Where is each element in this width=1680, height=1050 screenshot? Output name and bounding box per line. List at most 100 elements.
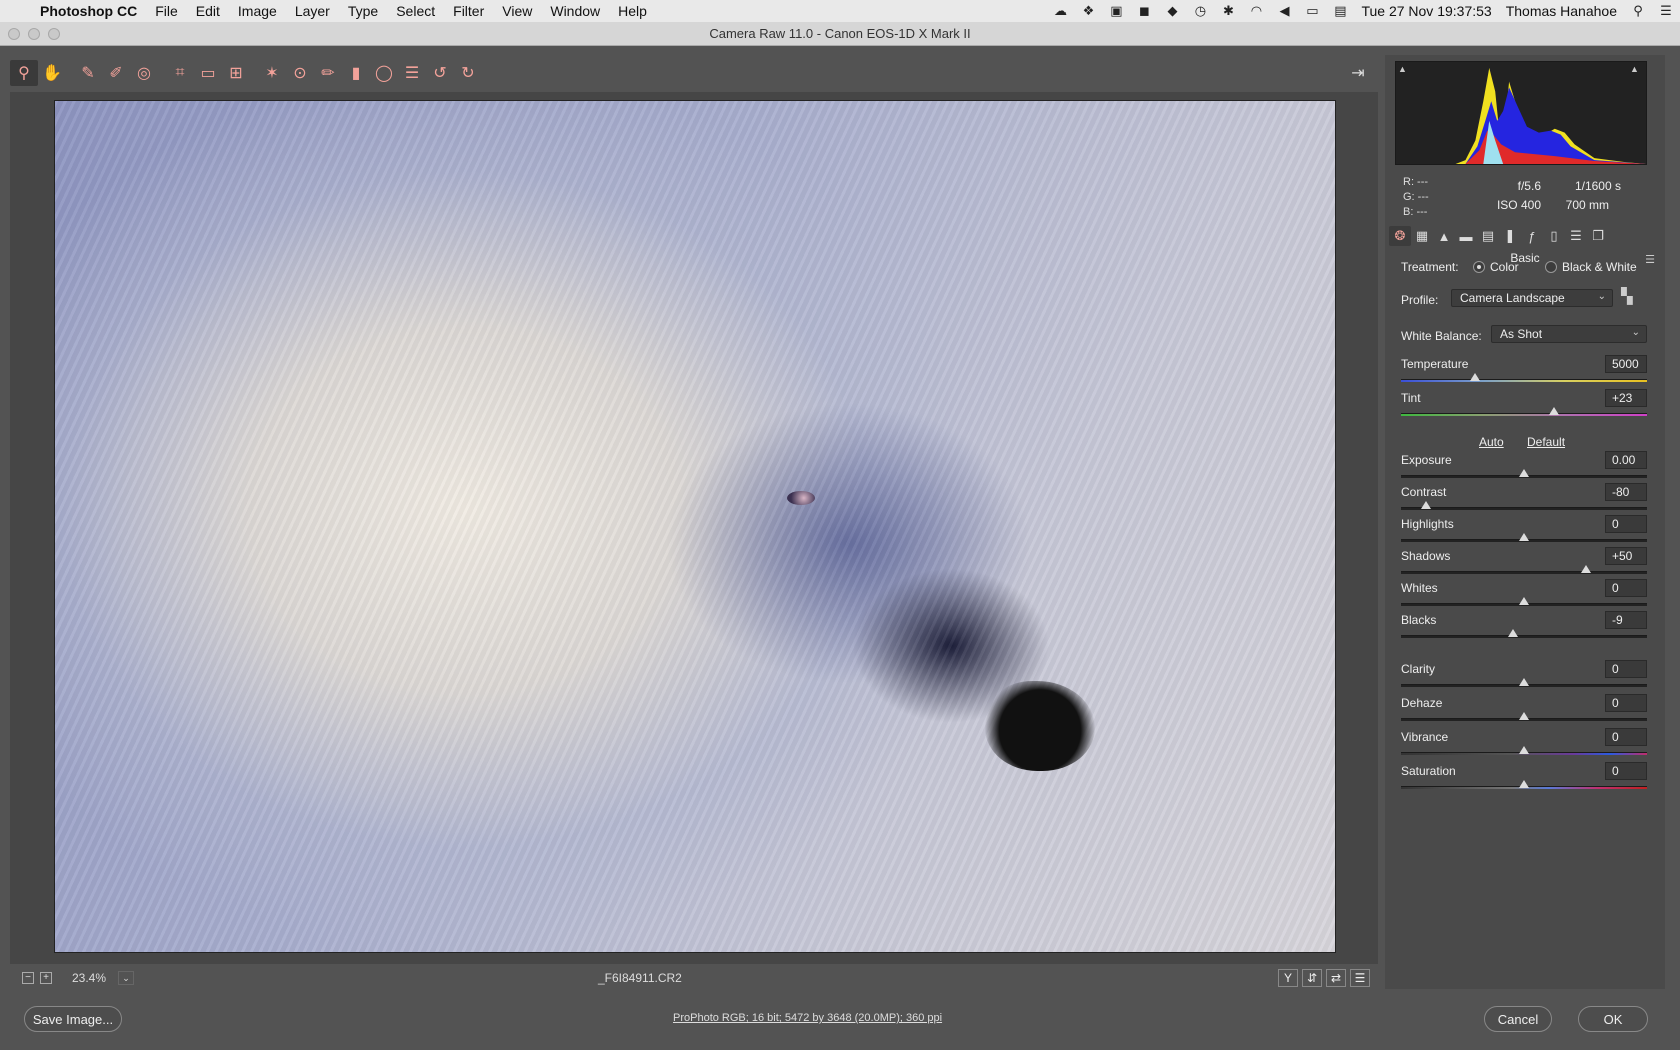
notification-center-icon[interactable]: ☰	[1657, 3, 1675, 18]
menu-type[interactable]: Type	[339, 3, 387, 19]
clarity-value[interactable]: 0	[1605, 660, 1647, 678]
tint-slider[interactable]: Tint +23	[1401, 389, 1647, 421]
clarity-slider[interactable]: Clarity 0	[1401, 660, 1647, 692]
menubar-clock[interactable]: Tue 27 Nov 19:37:53	[1354, 3, 1498, 19]
temperature-track[interactable]	[1401, 379, 1647, 382]
rotate-right-icon[interactable]: ↻	[454, 60, 482, 86]
color-sampler-icon[interactable]: ✐	[102, 60, 130, 86]
menu-image[interactable]: Image	[229, 3, 286, 19]
temperature-thumb[interactable]	[1469, 373, 1480, 381]
tab-basic[interactable]: ❂	[1389, 226, 1411, 246]
white-balance-icon[interactable]: ✎	[74, 60, 102, 86]
contrast-thumb[interactable]	[1420, 501, 1431, 509]
zoom-icon[interactable]: ⚲	[10, 60, 38, 86]
dehaze-value[interactable]: 0	[1605, 694, 1647, 712]
menu-select[interactable]: Select	[387, 3, 444, 19]
menu-window[interactable]: Window	[541, 3, 609, 19]
time-machine-icon[interactable]: ◷	[1191, 3, 1209, 18]
menu-edit[interactable]: Edit	[187, 3, 229, 19]
crop-icon[interactable]: ⌗	[166, 60, 194, 86]
close-window-button[interactable]	[8, 28, 20, 40]
tab-snapshots[interactable]: ❐	[1587, 226, 1609, 246]
tint-thumb[interactable]	[1548, 407, 1559, 415]
zoom-in-button[interactable]: +	[40, 972, 52, 984]
shadows-track[interactable]	[1401, 571, 1647, 574]
clarity-thumb[interactable]	[1519, 678, 1529, 686]
workflow-options-link[interactable]: ProPhoto RGB; 16 bit; 5472 by 3648 (20.0…	[673, 1012, 942, 1024]
blacks-value[interactable]: -9	[1605, 611, 1647, 629]
vibrance-slider[interactable]: Vibrance 0	[1401, 728, 1647, 760]
volume-icon[interactable]: ◀	[1275, 3, 1293, 18]
radial-filter-icon[interactable]: ◯	[370, 60, 398, 86]
sync-icon[interactable]: ◆	[1163, 3, 1181, 18]
before-after-icon[interactable]: Y	[1278, 969, 1298, 987]
default-link[interactable]: Default	[1527, 435, 1565, 449]
preferences-icon[interactable]: ☰	[398, 60, 426, 86]
tab-presets[interactable]: ☰	[1565, 226, 1587, 246]
graduated-filter-icon[interactable]: ▮	[342, 60, 370, 86]
tint-track[interactable]	[1401, 413, 1647, 416]
exposure-slider[interactable]: Exposure 0.00	[1401, 451, 1647, 483]
profile-browser-icon[interactable]: ▚	[1621, 289, 1641, 307]
saturation-slider[interactable]: Saturation 0	[1401, 762, 1647, 794]
cancel-button[interactable]: Cancel	[1484, 1006, 1552, 1032]
menu-layer[interactable]: Layer	[286, 3, 339, 19]
notes-icon[interactable]: ◼	[1135, 3, 1153, 18]
treatment-bw-option[interactable]: Black & White	[1545, 260, 1637, 274]
hand-icon[interactable]: ✋	[38, 60, 66, 86]
panel-menu-icon[interactable]: ☰	[1645, 253, 1655, 266]
rotate-left-icon[interactable]: ↺	[426, 60, 454, 86]
highlights-slider[interactable]: Highlights 0	[1401, 515, 1647, 547]
app-icon[interactable]: ▣	[1107, 3, 1125, 18]
highlights-thumb[interactable]	[1519, 533, 1529, 541]
treatment-color-option[interactable]: Color	[1473, 260, 1519, 274]
tab-detail[interactable]: ▲	[1433, 226, 1455, 246]
menu-view[interactable]: View	[493, 3, 541, 19]
bluetooth-icon[interactable]: ✱	[1219, 3, 1237, 18]
minimize-window-button[interactable]	[28, 28, 40, 40]
ok-button[interactable]: OK	[1578, 1006, 1648, 1032]
shadows-slider[interactable]: Shadows +50	[1401, 547, 1647, 579]
saturation-thumb[interactable]	[1519, 780, 1529, 788]
tab-effects[interactable]: ƒ	[1521, 226, 1543, 246]
menubar-user[interactable]: Thomas Hanahoe	[1499, 3, 1624, 19]
preview-image[interactable]	[54, 100, 1336, 953]
profile-dropdown[interactable]: Camera Landscape ⌄	[1451, 289, 1613, 307]
blacks-thumb[interactable]	[1507, 629, 1518, 637]
shadows-value[interactable]: +50	[1605, 547, 1647, 565]
white-balance-dropdown[interactable]: As Shot ⌄	[1491, 325, 1647, 343]
saturation-value[interactable]: 0	[1605, 762, 1647, 780]
creative-cloud-icon[interactable]: ☁	[1051, 3, 1069, 18]
contrast-track[interactable]	[1401, 507, 1647, 510]
blacks-slider[interactable]: Blacks -9	[1401, 611, 1647, 643]
tab-hsl[interactable]: ▬	[1455, 226, 1477, 246]
whites-slider[interactable]: Whites 0	[1401, 579, 1647, 611]
highlight-clipping-icon[interactable]: ▲	[1630, 64, 1644, 74]
shadows-thumb[interactable]	[1580, 565, 1591, 573]
radio-bw[interactable]	[1545, 261, 1557, 273]
menu-filter[interactable]: Filter	[444, 3, 493, 19]
tab-tone-curve[interactable]: ▦	[1411, 226, 1433, 246]
swap-settings-icon[interactable]: ⇵	[1302, 969, 1322, 987]
airplay-icon[interactable]: ▭	[1303, 3, 1321, 18]
whites-thumb[interactable]	[1519, 597, 1529, 605]
tab-lens[interactable]: ❚	[1499, 226, 1521, 246]
zoom-out-button[interactable]: −	[22, 972, 34, 984]
toggle-settings-icon[interactable]: ☰	[1350, 969, 1370, 987]
temperature-slider[interactable]: Temperature 5000	[1401, 355, 1647, 387]
straighten-icon[interactable]: ▭	[194, 60, 222, 86]
blacks-track[interactable]	[1401, 635, 1647, 638]
radio-color[interactable]	[1473, 261, 1485, 273]
contrast-value[interactable]: -80	[1605, 483, 1647, 501]
auto-link[interactable]: Auto	[1479, 435, 1504, 449]
red-eye-icon[interactable]: ⊙	[286, 60, 314, 86]
transform-icon[interactable]: ⊞	[222, 60, 250, 86]
tab-calibration[interactable]: ▯	[1543, 226, 1565, 246]
zoom-window-button[interactable]	[48, 28, 60, 40]
save-image-button[interactable]: Save Image...	[24, 1006, 122, 1032]
vibrance-value[interactable]: 0	[1605, 728, 1647, 746]
dehaze-slider[interactable]: Dehaze 0	[1401, 694, 1647, 726]
keyboard-icon[interactable]: ▤	[1331, 3, 1349, 18]
dropbox-icon[interactable]: ❖	[1079, 3, 1097, 18]
contrast-slider[interactable]: Contrast -80	[1401, 483, 1647, 515]
